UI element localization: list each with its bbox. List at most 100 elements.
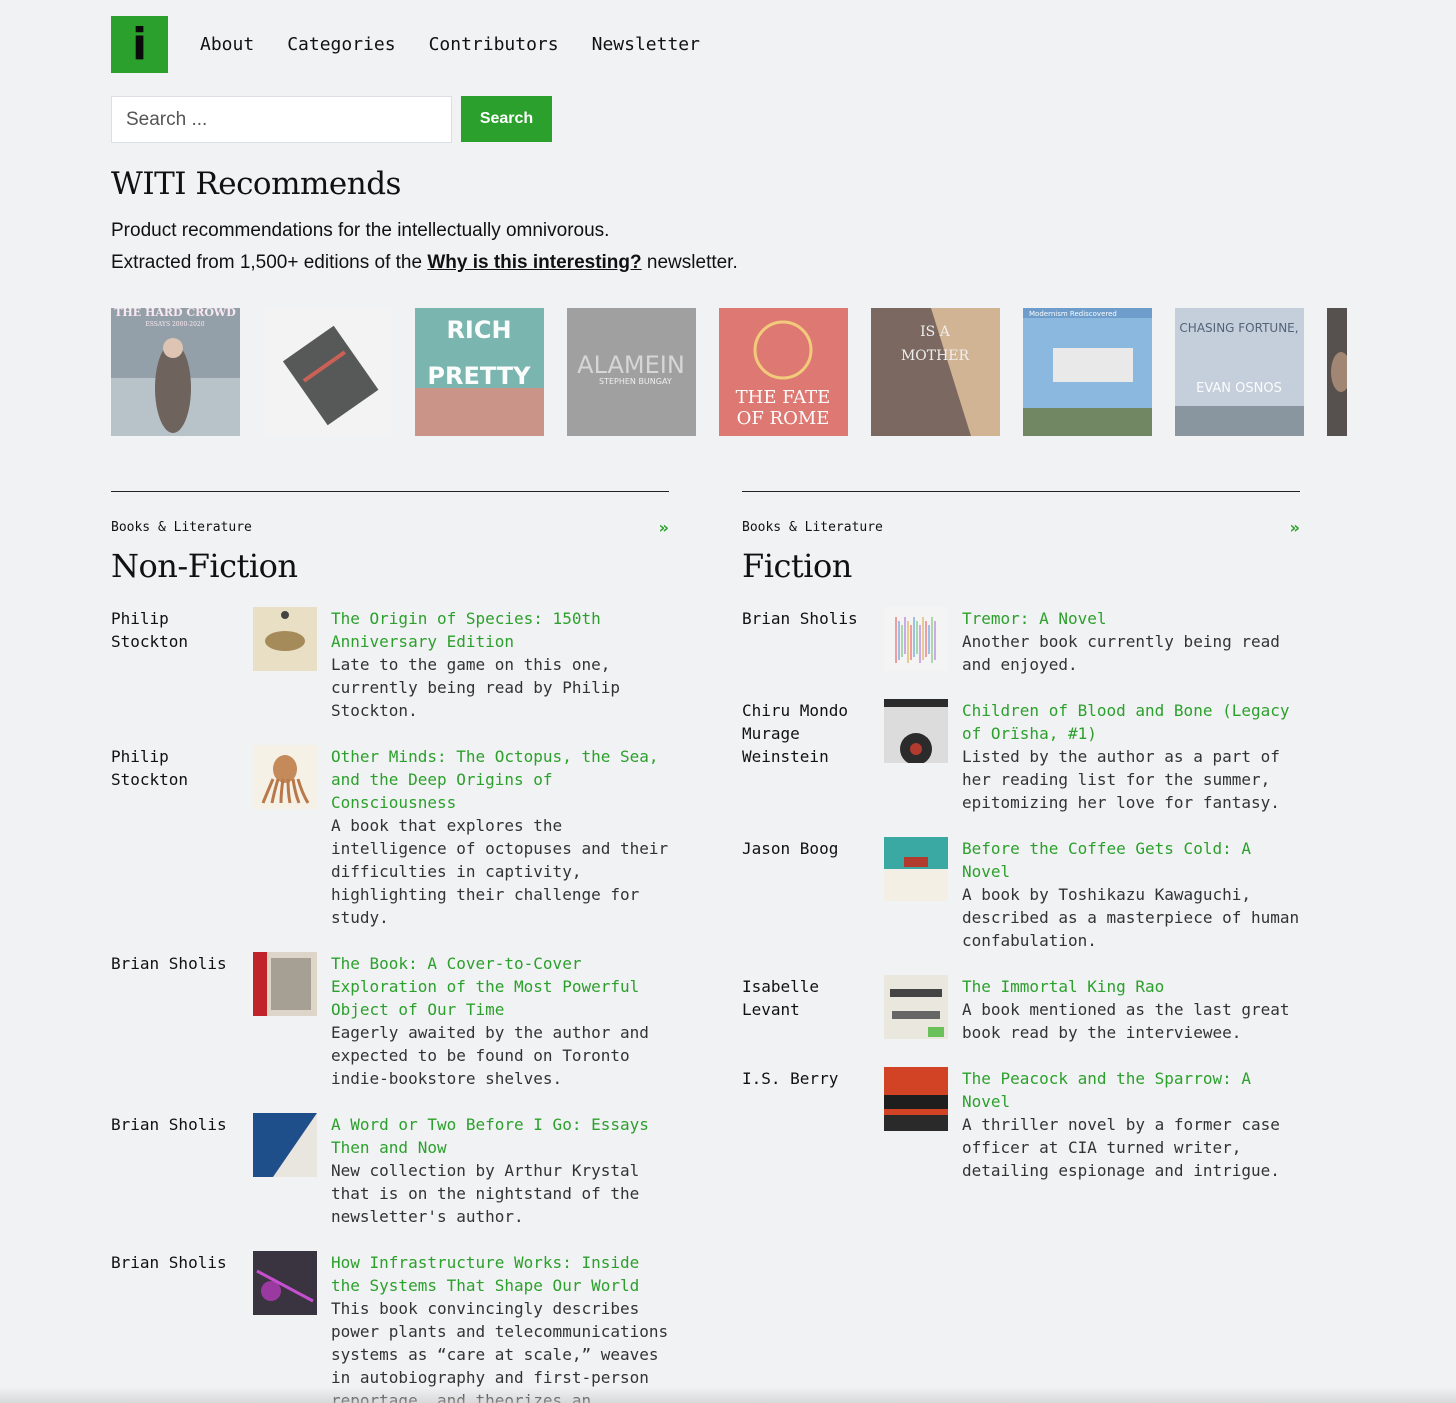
book-title-link[interactable]: How Infrastructure Works: Inside the Sys… — [331, 1251, 669, 1297]
search-button[interactable]: Search — [461, 96, 552, 142]
book-thumbnail[interactable] — [884, 699, 948, 763]
book-thumbnail[interactable] — [253, 1251, 317, 1315]
book-title-link[interactable]: Before the Coffee Gets Cold: A Novel — [962, 837, 1300, 883]
book-description: Another book currently being read and en… — [962, 632, 1280, 674]
svg-text:RICH: RICH — [446, 316, 511, 344]
svg-text:IS A: IS A — [920, 324, 951, 340]
svg-text:PRETTY: PRETTY — [427, 362, 531, 390]
recommendation-text: The Origin of Species: 150th Anniversary… — [331, 607, 669, 722]
carousel-book-cover[interactable]: RICH PRETTY — [415, 308, 544, 436]
column-divider — [742, 491, 1300, 492]
recommendation-item: Brian Sholis How Infrastructure Works: In… — [111, 1251, 669, 1403]
recommendation-item: Chiru Mondo Murage Weinstein Children of … — [742, 699, 1300, 814]
nav-categories[interactable]: Categories — [287, 34, 395, 55]
contributor-name[interactable]: Philip Stockton — [111, 607, 253, 722]
book-description: Listed by the author as a part of her re… — [962, 747, 1280, 812]
book-thumbnail[interactable] — [253, 607, 317, 671]
intro-line-2-before: Extracted from 1,500+ editions of the — [111, 252, 428, 273]
column-fiction: Books & Literature » Fiction Brian Sholis Tr… — [742, 491, 1300, 1205]
svg-text:Modernism Rediscovered: Modernism Rediscovered — [1029, 310, 1117, 318]
main-nav: About Categories Contributors Newsletter — [200, 34, 700, 55]
carousel-book-cover[interactable] — [1327, 308, 1347, 436]
intro-text: Product recommendations for the intellec… — [111, 215, 738, 279]
book-thumbnail[interactable] — [884, 975, 948, 1039]
nav-contributors[interactable]: Contributors — [429, 34, 559, 55]
search-form: Search — [111, 96, 552, 143]
carousel-book-cover[interactable]: Modernism Rediscovered — [1023, 308, 1152, 436]
site-logo[interactable]: i — [111, 16, 168, 73]
book-description: A thriller novel by a former case office… — [962, 1115, 1280, 1180]
svg-text:ESSAYS 2000-2020: ESSAYS 2000-2020 — [145, 321, 204, 328]
svg-text:ALAMEIN: ALAMEIN — [577, 351, 685, 379]
recommendation-text: Tremor: A Novel Another book currently be… — [962, 607, 1300, 676]
nav-about[interactable]: About — [200, 34, 254, 55]
book-thumbnail[interactable] — [253, 745, 317, 809]
book-title-link[interactable]: A Word or Two Before I Go: Essays Then a… — [331, 1113, 669, 1159]
recommendation-list: Brian Sholis Tremor: A Novel Another book … — [742, 607, 1300, 1182]
contributor-name[interactable]: Isabelle Levant — [742, 975, 884, 1044]
section-title: Non-Fiction — [111, 547, 298, 585]
recommendation-item: Brian Sholis The Book: A Cover-to-Cover E… — [111, 952, 669, 1090]
book-thumbnail[interactable] — [884, 837, 948, 901]
book-title-link[interactable]: Tremor: A Novel — [962, 607, 1300, 630]
svg-text:OF ROME: OF ROME — [737, 408, 830, 429]
svg-text:STEPHEN BUNGAY: STEPHEN BUNGAY — [599, 377, 672, 386]
category-label[interactable]: Books & Literature — [111, 520, 252, 535]
book-thumbnail[interactable] — [884, 1067, 948, 1131]
book-thumbnail[interactable] — [884, 607, 948, 671]
book-title-link[interactable]: The Immortal King Rao — [962, 975, 1300, 998]
book-thumbnail[interactable] — [253, 1113, 317, 1177]
contributor-name[interactable]: Brian Sholis — [111, 1113, 253, 1228]
book-description: A book by Toshikazu Kawaguchi, described… — [962, 885, 1300, 950]
svg-text:CHASING FORTUNE,: CHASING FORTUNE, — [1179, 321, 1298, 335]
newsletter-link[interactable]: Why is this interesting? — [427, 252, 641, 273]
svg-text:THE HARD CROWD: THE HARD CROWD — [114, 308, 236, 319]
recommendation-text: The Peacock and the Sparrow: A Novel A th… — [962, 1067, 1300, 1182]
carousel-book-cover[interactable]: ALAMEIN STEPHEN BUNGAY — [567, 308, 696, 436]
carousel-book-cover[interactable]: THE HARD CROWD ESSAYS 2000-2020 — [111, 308, 240, 436]
search-input[interactable] — [111, 96, 452, 143]
carousel-book-cover[interactable] — [263, 308, 392, 436]
book-title-link[interactable]: Other Minds: The Octopus, the Sea, and t… — [331, 745, 669, 814]
contributor-name[interactable]: Brian Sholis — [742, 607, 884, 676]
column-divider — [111, 491, 669, 492]
see-more-link[interactable]: » — [1290, 518, 1300, 537]
contributor-name[interactable]: Brian Sholis — [111, 952, 253, 1090]
book-description: A book mentioned as the last great book … — [962, 1000, 1290, 1042]
svg-text:MOTHER: MOTHER — [901, 348, 970, 364]
recommendation-text: Children of Blood and Bone (Legacy of Or… — [962, 699, 1300, 814]
recommendation-item: Isabelle Levant The Immortal King Rao A bo… — [742, 975, 1300, 1044]
contributor-name[interactable]: Philip Stockton — [111, 745, 253, 929]
contributor-name[interactable]: Chiru Mondo Murage Weinstein — [742, 699, 884, 814]
recommendation-text: Other Minds: The Octopus, the Sea, and t… — [331, 745, 669, 929]
intro-line-2-after: newsletter. — [641, 252, 738, 273]
nav-newsletter[interactable]: Newsletter — [592, 34, 700, 55]
book-title-link[interactable]: Children of Blood and Bone (Legacy of Or… — [962, 699, 1300, 745]
section-title: Fiction — [742, 547, 852, 585]
recommendation-list: Philip Stockton The Origin of Species: 15… — [111, 607, 669, 1403]
column-header: Books & Literature » — [111, 518, 669, 537]
svg-text:THE FATE: THE FATE — [736, 387, 831, 408]
see-more-link[interactable]: » — [659, 518, 669, 537]
carousel-book-cover[interactable]: THE FATE OF ROME — [719, 308, 848, 436]
carousel-book-cover[interactable]: CHASING FORTUNE, EVAN OSNOS — [1175, 308, 1304, 436]
svg-text:EVAN OSNOS: EVAN OSNOS — [1196, 381, 1282, 396]
recommendation-text: How Infrastructure Works: Inside the Sys… — [331, 1251, 669, 1403]
recommendation-text: The Book: A Cover-to-Cover Exploration o… — [331, 952, 669, 1090]
column-non-fiction: Books & Literature » Non-Fiction Philip Sto… — [111, 491, 669, 1403]
book-thumbnail[interactable] — [253, 952, 317, 1016]
book-title-link[interactable]: The Peacock and the Sparrow: A Novel — [962, 1067, 1300, 1113]
book-title-link[interactable]: The Book: A Cover-to-Cover Exploration o… — [331, 952, 669, 1021]
contributor-name[interactable]: Jason Boog — [742, 837, 884, 952]
recommendation-item: Philip Stockton The Origin of Species: 15… — [111, 607, 669, 722]
book-description: New collection by Arthur Krystal that is… — [331, 1161, 640, 1226]
carousel-book-cover[interactable]: IS A MOTHER — [871, 308, 1000, 436]
book-cover-carousel: THE HARD CROWD ESSAYS 2000-2020 RICH PRETTY… — [111, 308, 1347, 436]
contributor-name[interactable]: I.S. Berry — [742, 1067, 884, 1182]
contributor-name[interactable]: Brian Sholis — [111, 1251, 253, 1403]
page-title: WITI Recommends — [111, 166, 401, 202]
bottom-fade — [0, 1387, 1456, 1403]
recommendation-item: Philip Stockton Other Minds: The Octopus,… — [111, 745, 669, 929]
book-title-link[interactable]: The Origin of Species: 150th Anniversary… — [331, 607, 669, 653]
category-label[interactable]: Books & Literature — [742, 520, 883, 535]
